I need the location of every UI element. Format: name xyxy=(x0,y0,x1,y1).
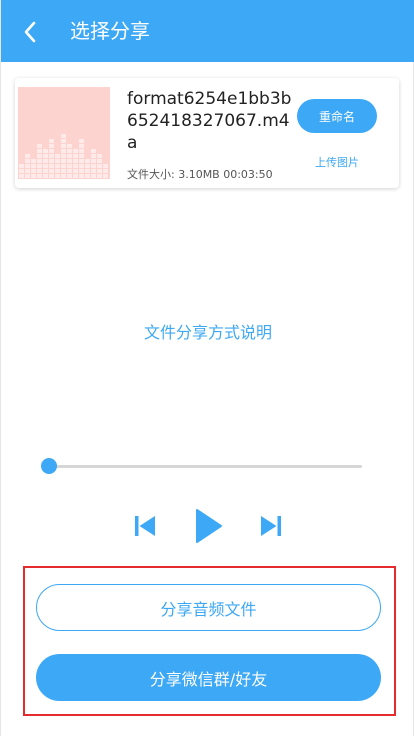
rename-button[interactable]: 重命名 xyxy=(297,99,377,133)
play-icon xyxy=(196,509,222,543)
play-button[interactable] xyxy=(189,506,227,546)
share-audio-file-button[interactable]: 分享音频文件 xyxy=(36,584,381,631)
share-method-explanation-link[interactable]: 文件分享方式说明 xyxy=(1,319,414,343)
previous-button[interactable] xyxy=(131,512,159,540)
progress-thumb[interactable] xyxy=(41,458,57,474)
share-wechat-button[interactable]: 分享微信群/好友 xyxy=(36,654,381,701)
file-card: format6254e1bb3b652418327067.m4a 文件大小: 3… xyxy=(15,78,399,188)
file-meta: 文件大小: 3.10MB 00:03:50 xyxy=(127,168,273,181)
skip-previous-icon xyxy=(135,516,155,536)
audio-waveform-icon xyxy=(18,87,110,179)
upload-image-link[interactable]: 上传图片 xyxy=(297,154,377,170)
page-title: 选择分享 xyxy=(70,19,150,43)
chevron-left-icon xyxy=(24,21,36,43)
app-header: 选择分享 xyxy=(1,0,414,62)
next-button[interactable] xyxy=(257,512,285,540)
share-screen: 选择分享 format6254e1bb3b652418327067.m4a 文件… xyxy=(0,0,414,736)
skip-next-icon xyxy=(261,516,281,536)
back-button[interactable] xyxy=(15,18,45,46)
file-name: format6254e1bb3b652418327067.m4a xyxy=(127,89,292,153)
progress-track[interactable] xyxy=(49,465,362,468)
